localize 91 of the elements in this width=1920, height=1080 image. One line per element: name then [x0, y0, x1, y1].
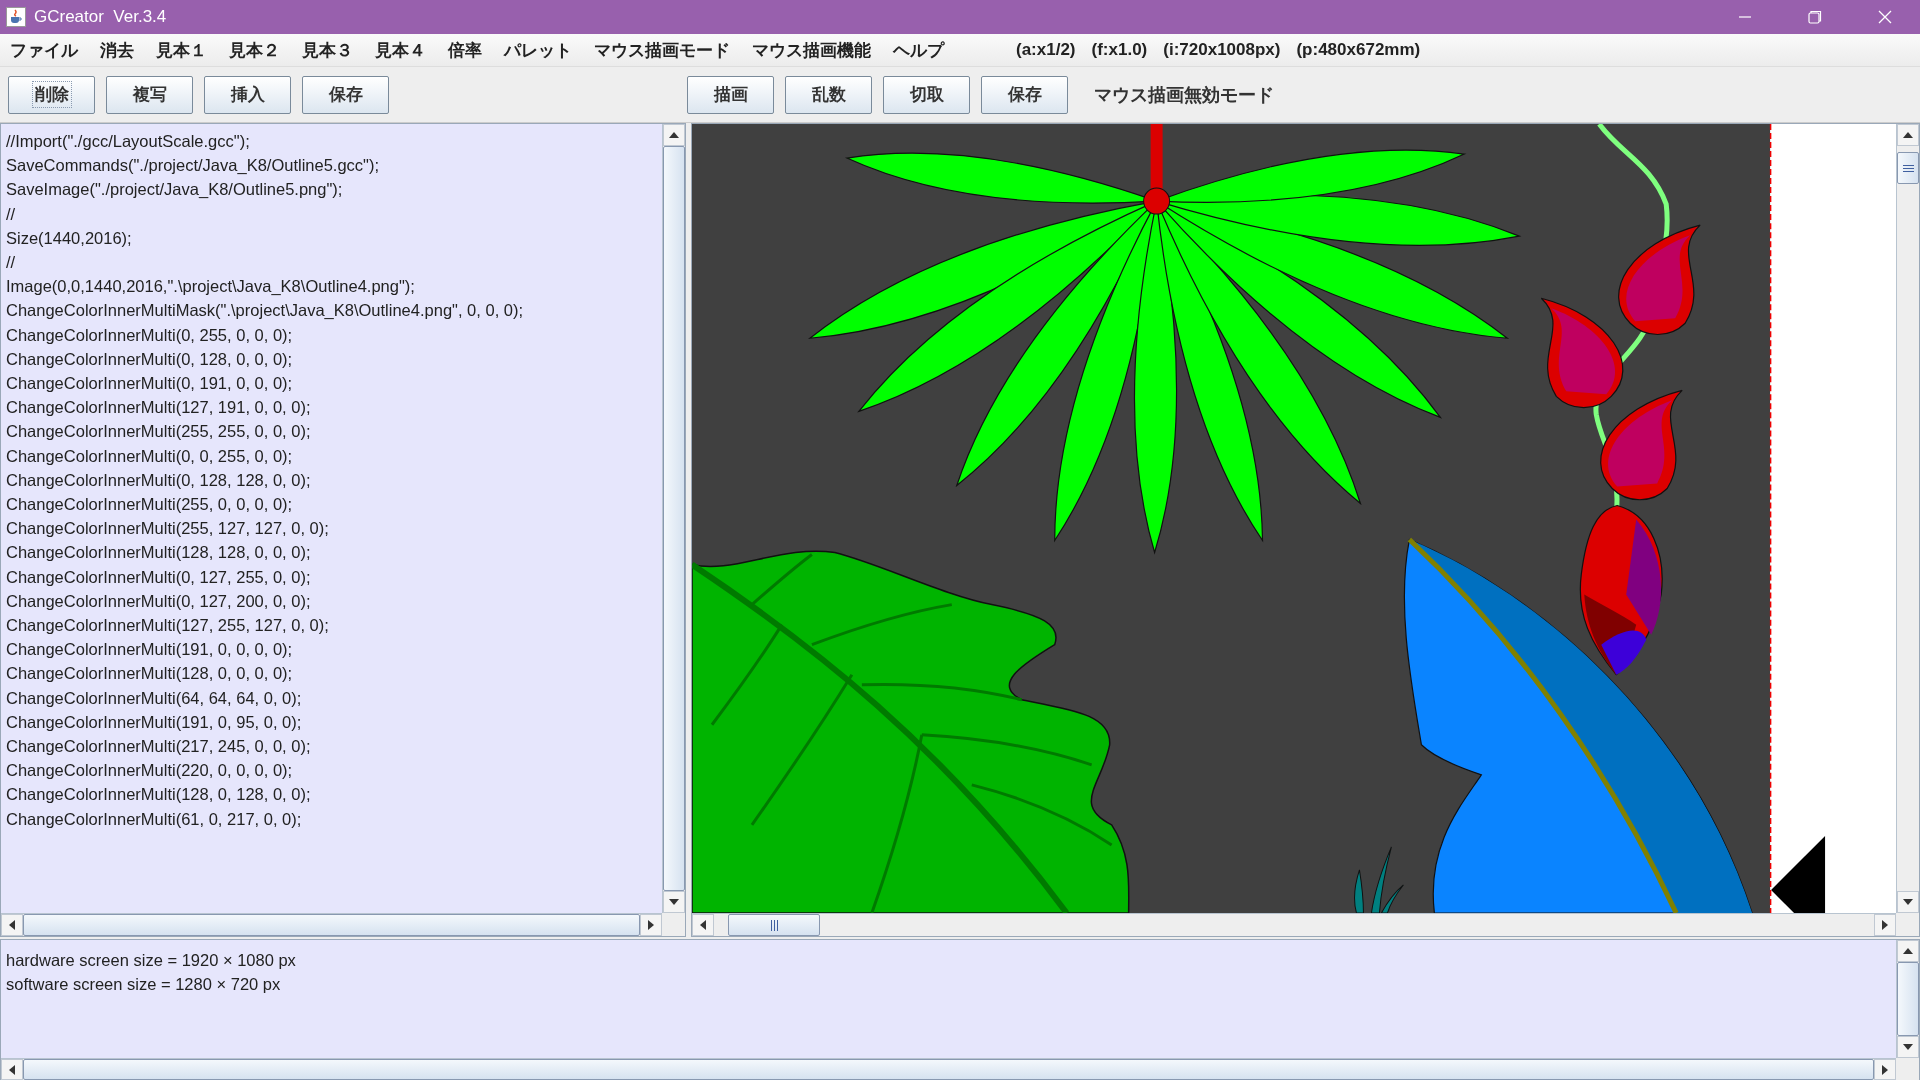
code-line: //Import("./gcc/LayoutScale.gcc"); [6, 131, 251, 152]
scroll-left-button[interactable] [1, 914, 23, 936]
horizontal-scrollbar[interactable] [1, 1058, 1896, 1080]
small-plant-drawing [1354, 846, 1404, 913]
code-editor[interactable] [0, 123, 686, 937]
code-line: ChangeColorInnerMulti(0, 0, 255, 0, 0); [6, 445, 294, 467]
up-arrow-icon [669, 132, 679, 138]
code-line: ChangeColorInnerMulti(61, 0, 217, 0, 0); [6, 808, 303, 830]
coffee-cup-icon [6, 7, 26, 27]
code-line: ChangeColorInnerMulti(255, 0, 0, 0, 0); [6, 494, 294, 516]
toolbar-button[interactable]: 削除 [8, 75, 95, 114]
down-arrow-icon [1903, 1044, 1913, 1050]
code-line: ChangeColorInnerMulti(128, 0, 0, 0, 0); [6, 663, 294, 685]
left-arrow-icon [700, 920, 706, 930]
scroll-down-button[interactable] [1897, 891, 1919, 913]
code-line: ChangeColorInnerMulti(0, 127, 200, 0, 0); [6, 590, 312, 612]
menu-item[interactable]: パレット [504, 38, 572, 62]
code-line: ChangeColorInnerMulti(191, 0, 0, 0, 0); [6, 639, 294, 661]
mode-label: マウス描画無効モード [1094, 83, 1274, 107]
code-line: ChangeColorInnerMulti(128, 128, 0, 0, 0); [6, 542, 312, 564]
toolbar-button[interactable]: 保存 [981, 75, 1068, 114]
code-line: ChangeColorInnerMulti(255, 255, 0, 0, 0); [6, 421, 312, 443]
code-line: ChangeColorInnerMulti(127, 191, 0, 0, 0); [6, 397, 312, 419]
vertical-scrollbar[interactable] [662, 124, 685, 913]
window-title: GCreator Ver.3.4 [34, 7, 167, 27]
vertical-scrollbar[interactable] [1896, 940, 1919, 1058]
code-line: ChangeColorInnerMulti(0, 255, 0, 0, 0); [6, 324, 294, 346]
code-line: ChangeColorInnerMulti(220, 0, 0, 0, 0); [6, 760, 294, 782]
up-arrow-icon [1903, 948, 1913, 954]
toolbar-button[interactable]: 挿入 [204, 75, 291, 114]
maximize-icon [1808, 10, 1822, 24]
code-line: ChangeColorInnerMulti(255, 127, 127, 0, 0); [6, 518, 330, 540]
code-line: ChangeColorInnerMulti(128, 0, 128, 0, 0); [6, 784, 312, 806]
scroll-up-button[interactable] [1897, 940, 1919, 962]
status-readout: (p:480x672mm) [1296, 40, 1421, 60]
left-arrow-icon [9, 1064, 15, 1075]
scroll-right-button[interactable] [1874, 914, 1896, 936]
down-arrow-icon [1903, 899, 1913, 905]
vertical-scrollbar[interactable] [1896, 124, 1919, 913]
menu-item[interactable]: マウス描画機能 [752, 38, 871, 62]
code-line: SaveCommands("./project/Java_K8/Outline5.gcc"); [6, 155, 381, 177]
left-arrow-icon [9, 920, 15, 930]
menu-item[interactable]: ヘルプ [893, 38, 944, 62]
console-line: hardware screen size = 1920 × 1080 px [6, 950, 297, 971]
code-line: ChangeColorInnerMulti(0, 128, 0, 0, 0); [6, 348, 294, 370]
scroll-down-button[interactable] [1897, 1036, 1919, 1058]
right-arrow-icon [648, 920, 654, 930]
horizontal-scrollbar[interactable] [692, 913, 1896, 936]
toolbar-button[interactable]: 切取 [883, 75, 970, 114]
code-line: ChangeColorInnerMulti(64, 64, 64, 0, 0); [6, 687, 303, 709]
code-line: // [6, 252, 17, 273]
code-line: ChangeColorInnerMulti(0, 128, 128, 0, 0); [6, 469, 312, 491]
code-line: ChangeColorInnerMulti(0, 191, 0, 0, 0); [6, 373, 294, 395]
scroll-right-button[interactable] [1874, 1059, 1896, 1080]
scroll-down-button[interactable] [663, 891, 685, 913]
status-readout: (a:x1/2) [1016, 40, 1076, 60]
code-line: ChangeColorInnerMultiMask(".\project\Java_K8\Outline4.png", 0, 0, 0); [6, 300, 525, 322]
close-icon [1878, 10, 1892, 24]
menu-item[interactable]: 倍率 [448, 38, 482, 62]
code-line: // [6, 203, 17, 225]
console-line: software screen size = 1280 × 720 px [6, 974, 282, 996]
code-line: Image(0,0,1440,2016,".\project\Java_K8\Outline4.png"); [6, 276, 416, 298]
menu-item[interactable]: 見本２ [229, 38, 280, 62]
right-arrow-icon [1882, 1064, 1888, 1075]
scroll-right-button[interactable] [640, 914, 662, 936]
menu-item[interactable]: ファイル [10, 38, 78, 62]
code-line: Size(1440,2016); [6, 227, 133, 249]
code-line: ChangeColorInnerMulti(191, 0, 95, 0, 0); [6, 711, 303, 733]
code-line: SaveImage("./project/Java_K8/Outline5.png"); [6, 179, 344, 201]
up-arrow-icon [1903, 132, 1913, 138]
toolbar-button[interactable]: 乱数 [785, 75, 872, 114]
horizontal-scrollbar[interactable] [1, 913, 662, 936]
code-line: ChangeColorInnerMulti(127, 255, 127, 0, 0); [6, 615, 330, 637]
toolbar-button[interactable]: 複写 [106, 75, 193, 114]
scroll-up-button[interactable] [1897, 124, 1919, 146]
code-line: ChangeColorInnerMulti(217, 245, 0, 0, 0); [6, 736, 312, 758]
menu-item[interactable]: 見本３ [302, 38, 353, 62]
status-readout: (i:720x1008px) [1163, 40, 1281, 60]
toolbar-button[interactable]: 保存 [302, 75, 389, 114]
right-arrow-icon [1882, 920, 1888, 930]
menu-item[interactable]: 見本１ [156, 38, 207, 62]
toolbar-button[interactable]: 描画 [687, 75, 774, 114]
menu-item[interactable]: 見本４ [375, 38, 426, 62]
scroll-left-button[interactable] [692, 914, 714, 936]
menu-item[interactable]: 消去 [100, 38, 134, 62]
scroll-up-button[interactable] [663, 124, 685, 146]
code-line: ChangeColorInnerMulti(0, 127, 255, 0, 0); [6, 566, 312, 588]
scroll-left-button[interactable] [1, 1059, 23, 1080]
status-readout: (f:x1.0) [1091, 40, 1148, 60]
menu-item[interactable]: マウス描画モード [594, 38, 730, 62]
down-arrow-icon [669, 899, 679, 905]
